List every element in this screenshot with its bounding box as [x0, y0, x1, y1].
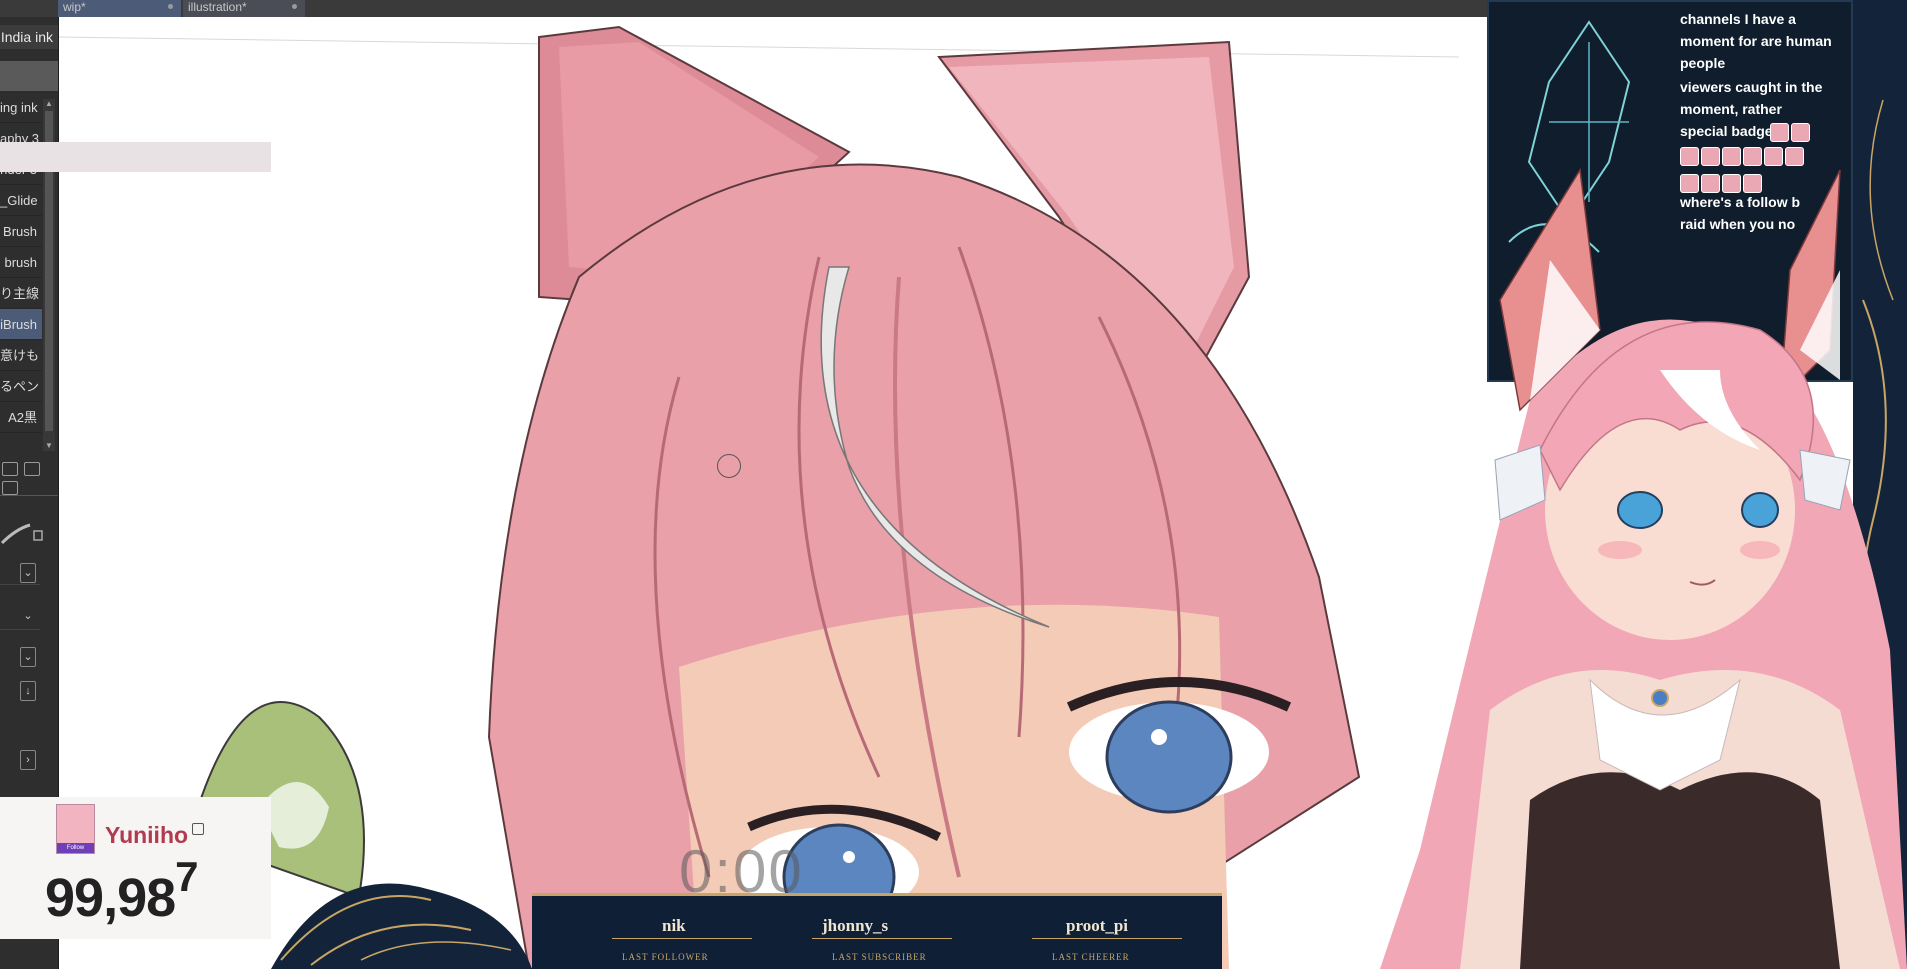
duplicate-brush-icon[interactable]: [24, 462, 41, 476]
brush-item-selected[interactable]: iBrush: [0, 309, 42, 340]
vtuber-avatar: [1380, 167, 1907, 969]
brush-item[interactable]: るペン: [0, 371, 42, 402]
last-cheerer-name: proot_pi: [1066, 916, 1129, 935]
ornament-line: [812, 938, 952, 939]
chevron-right-icon[interactable]: ›: [20, 750, 36, 770]
brush-item[interactable]: ing ink: [0, 92, 42, 123]
chat-message-line: viewers caught in the: [1680, 79, 1823, 95]
emote-icon: [1791, 123, 1810, 142]
scroll-down-icon[interactable]: ▼: [43, 441, 55, 451]
brush-item[interactable]: _Glide: [0, 185, 42, 216]
chat-message-line: moment, rather: [1680, 101, 1782, 117]
brush-stroke-preview: [0, 523, 43, 545]
brush-actions: [0, 462, 58, 495]
tab-label: illustration*: [188, 0, 247, 14]
emote-icon: [1770, 123, 1789, 142]
brush-preview-bar: [0, 61, 58, 91]
download-icon[interactable]: ↓: [20, 681, 36, 701]
delete-brush-icon[interactable]: [2, 481, 18, 495]
chat-message-line: people: [1680, 55, 1726, 71]
follower-goal-widget: Follow Yuniiho 99,987: [0, 797, 271, 939]
chat-message-line: moment for are human: [1680, 33, 1832, 49]
follower-count: 99,987: [45, 853, 199, 929]
tab-label: wip*: [63, 0, 86, 14]
new-brush-icon[interactable]: [2, 462, 18, 476]
follow-label[interactable]: Follow: [57, 843, 94, 853]
tab-close-icon[interactable]: [292, 4, 297, 9]
setting-stepper-icon[interactable]: ⌄: [20, 647, 36, 667]
twitch-icon: [192, 823, 204, 835]
lock-icon: [33, 530, 43, 541]
current-brush-name[interactable]: India ink: [0, 25, 58, 49]
last-follower-tag: LAST FOLLOWER: [622, 952, 709, 962]
stream-info-bar: nik LAST FOLLOWER jhonny_s LAST SUBSCRIB…: [532, 893, 1222, 969]
gold-floral-decoration: [271, 883, 532, 969]
last-subscriber-tag: LAST SUBSCRIBER: [832, 952, 927, 962]
ornament-line: [612, 938, 752, 939]
brush-item[interactable]: A2黒: [0, 402, 42, 433]
ornament-line: [1032, 938, 1182, 939]
channel-name: Yuniiho: [105, 822, 189, 848]
chevron-down-icon[interactable]: ⌄: [20, 607, 36, 627]
last-subscriber-name: jhonny_s: [822, 916, 889, 935]
brush-item[interactable]: 意けも: [0, 340, 42, 371]
channel-avatar[interactable]: Follow: [56, 804, 95, 854]
brush-item[interactable]: Brush: [0, 216, 42, 247]
brush-item[interactable]: り主線: [0, 278, 42, 309]
divider: [0, 495, 58, 496]
brush-item[interactable]: brush: [0, 247, 42, 278]
scroll-up-icon[interactable]: ▲: [43, 99, 55, 109]
brush-cursor: [717, 454, 741, 478]
emote-row: [1770, 122, 1840, 149]
tab-illustration[interactable]: illustration*: [183, 0, 305, 17]
goal-widget-footer: [0, 142, 271, 172]
chat-message-line: channels I have a: [1680, 11, 1796, 27]
last-cheerer-tag: LAST CHEERER: [1052, 952, 1130, 962]
size-stepper-icon[interactable]: ⌄: [20, 563, 36, 583]
last-follower-name: nik: [662, 916, 686, 935]
tab-wip[interactable]: wip*: [58, 0, 181, 17]
follower-count-main: 99,98: [45, 868, 176, 928]
tab-close-icon[interactable]: [168, 4, 173, 9]
follower-count-last-digit: 7: [175, 853, 198, 900]
document-tab-bar: wip* illustration*: [0, 0, 1487, 17]
